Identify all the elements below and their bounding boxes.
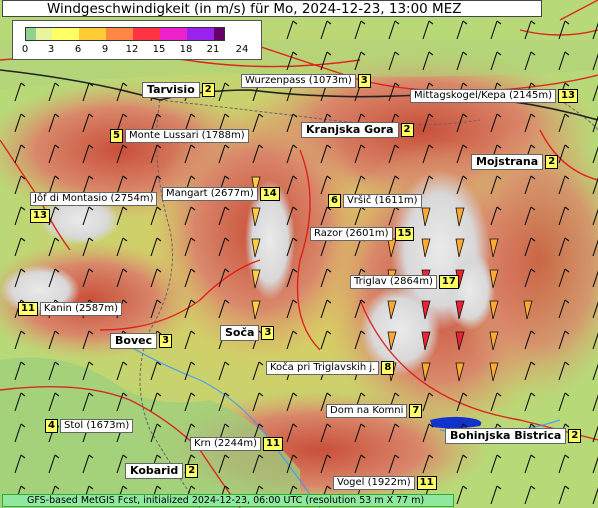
- wind-speed-value: 2: [201, 83, 215, 97]
- legend-swatch: [26, 28, 36, 40]
- wind-speed-value: 7: [409, 404, 423, 418]
- wind-speed-value: 6: [328, 194, 341, 208]
- wind-speed-legend: 0 3 6 9 12 15 18 21 24: [12, 20, 262, 60]
- wind-speed-value: 3: [159, 334, 173, 348]
- wind-speed-value: 8: [381, 361, 395, 375]
- station-label: 4 Stol (1673m): [45, 419, 134, 433]
- wind-speed-value: 3: [357, 74, 371, 88]
- station-label: 11 Kanin (2587m): [18, 302, 123, 316]
- station-name: Triglav (2864m): [350, 275, 437, 289]
- map-title: Windgeschwindigkeit (in m/s) für Mo, 202…: [2, 0, 542, 17]
- wind-speed-value: 2: [185, 464, 199, 478]
- station-label: Tarvisio 2: [142, 82, 215, 98]
- station-label: Koča pri Triglavskih j. 8: [266, 361, 395, 375]
- legend-swatch: [52, 28, 79, 40]
- wind-speed-value: 14: [259, 187, 280, 201]
- forecast-footer: GFS-based MetGIS Fcst, initialized 2024-…: [2, 494, 454, 507]
- legend-swatch: [106, 28, 133, 40]
- station-name: Vogel (1922m): [333, 476, 415, 490]
- station-label: Vogel (1922m) 11: [333, 476, 437, 490]
- legend-swatch: [36, 28, 52, 40]
- station-name: Soča: [220, 325, 260, 341]
- legend-color-bar: [25, 27, 225, 41]
- legend-tick-label: 15: [152, 44, 166, 55]
- station-name: Mittagskogel/Kepa (2145m): [410, 89, 556, 103]
- station-name: Bohinjska Bistrica: [445, 428, 567, 444]
- station-label: Dom na Komni 7: [326, 404, 423, 418]
- station-label: Bohinjska Bistrica 2: [445, 428, 582, 444]
- legend-swatch: [79, 28, 106, 40]
- station-label: Kranjska Gora 2: [301, 122, 414, 138]
- legend-tick-label: 6: [74, 44, 82, 55]
- wind-speed-value: 13: [558, 89, 578, 103]
- station-label: Mittagskogel/Kepa (2145m) 13: [410, 89, 578, 103]
- legend-tick-label: 0: [21, 44, 29, 55]
- legend-tick-label: 24: [235, 44, 249, 55]
- wind-speed-value: 11: [263, 437, 283, 451]
- station-name: Stol (1673m): [59, 419, 134, 433]
- station-name: Kanin (2587m): [39, 302, 123, 316]
- wind-speed-value: 15: [394, 227, 415, 241]
- legend-ticks: 0 3 6 9 12 15 18 21 24: [13, 44, 261, 58]
- legend-tick-label: 3: [47, 44, 55, 55]
- legend-swatch: [187, 28, 214, 40]
- station-name: Wurzenpass (1073m): [241, 74, 356, 88]
- station-name: Jôf di Montasio (2754m): [30, 192, 158, 206]
- legend-tick-label: 18: [179, 44, 193, 55]
- station-name: Vršič (1611m): [342, 194, 422, 208]
- station-label: 5 Monte Lussari (1788m): [110, 129, 249, 143]
- wind-speed-value: 2: [400, 123, 414, 137]
- station-label: Wurzenpass (1073m) 3: [241, 74, 371, 88]
- station-name: Krn (2244m): [190, 437, 262, 451]
- wind-speed-value: 5: [110, 129, 123, 143]
- station-name: Mojstrana: [471, 154, 544, 170]
- station-name: Razor (2601m): [310, 227, 393, 241]
- wind-speed-value: 4: [45, 419, 58, 433]
- wind-speed-value: 3: [261, 326, 275, 340]
- station-label: Razor (2601m) 15: [310, 227, 415, 241]
- wind-speed-value: 11: [416, 476, 437, 490]
- wind-speed-value: 17: [438, 275, 459, 289]
- station-label: Mojstrana 2: [471, 154, 559, 170]
- station-label: Kobarid 2: [125, 463, 199, 479]
- legend-tick-label: 21: [206, 44, 220, 55]
- station-name: Tarvisio: [142, 82, 200, 98]
- station-label: 6 Vršič (1611m): [328, 194, 422, 208]
- legend-tick-label: 12: [125, 44, 139, 55]
- station-name: Koča pri Triglavskih j.: [266, 361, 380, 375]
- legend-swatch: [133, 28, 160, 40]
- station-name: Dom na Komni: [326, 404, 408, 418]
- station-label: Mangart (2677m) 14: [162, 187, 280, 201]
- wind-speed-value: 11: [18, 302, 38, 316]
- legend-swatch: [160, 28, 187, 40]
- station-label: Krn (2244m) 11: [190, 437, 283, 451]
- station-label: Bovec 3: [110, 333, 173, 349]
- legend-swatch: [214, 28, 224, 40]
- wind-speed-value: 2: [545, 155, 559, 169]
- station-name: Kobarid: [125, 463, 184, 479]
- station-name: Bovec: [110, 333, 158, 349]
- station-name: Monte Lussari (1788m): [124, 129, 249, 143]
- wind-speed-value: 13: [30, 209, 50, 223]
- wind-speed-value: 2: [568, 429, 582, 443]
- station-label: Jôf di Montasio (2754m) 13: [30, 192, 158, 223]
- station-label: Soča 3: [220, 325, 275, 341]
- legend-tick-label: 9: [101, 44, 109, 55]
- station-label: Triglav (2864m) 17: [350, 275, 459, 289]
- station-name: Kranjska Gora: [301, 122, 399, 138]
- station-name: Mangart (2677m): [162, 187, 258, 201]
